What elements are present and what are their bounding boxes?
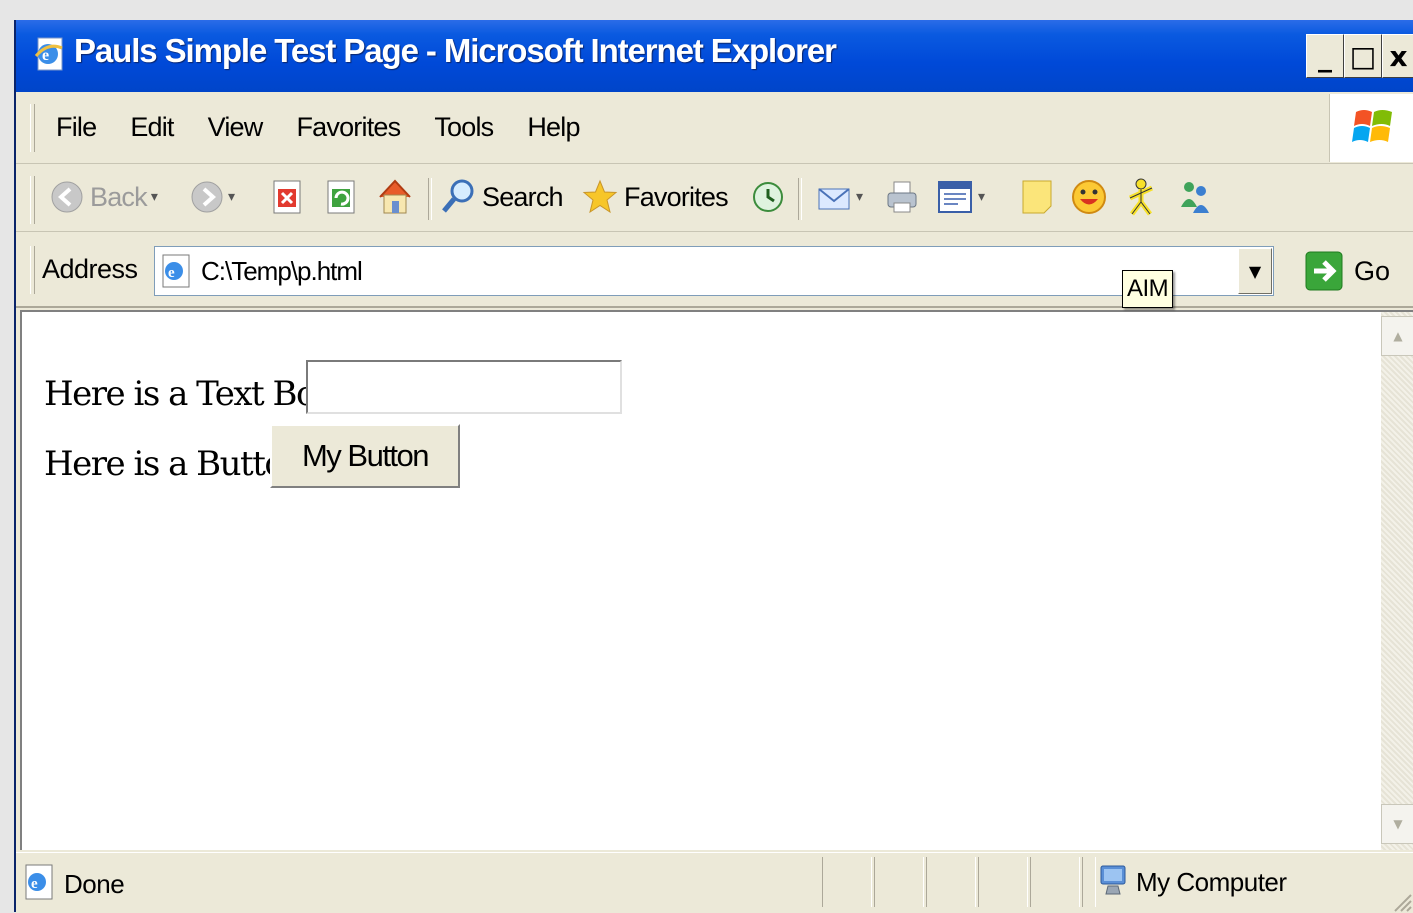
aim-button[interactable]: [1122, 174, 1160, 220]
mail-button[interactable]: ▾: [816, 174, 863, 220]
history-icon: [753, 182, 783, 212]
security-zone[interactable]: My Computer: [1098, 859, 1287, 905]
browser-window: e Pauls Simple Test Page - Microsoft Int…: [14, 20, 1413, 913]
addressbar-grip[interactable]: [30, 246, 35, 294]
print-icon: [887, 181, 917, 213]
msn-messenger-button[interactable]: [1176, 174, 1214, 220]
back-dropdown-icon[interactable]: ▾: [151, 189, 158, 205]
search-button[interactable]: Search: [440, 174, 564, 220]
windows-logo-icon: [1352, 110, 1392, 142]
favorites-label: Favorites: [624, 181, 729, 212]
notes-button[interactable]: [1020, 174, 1054, 220]
refresh-button[interactable]: [326, 174, 356, 220]
search-icon: [442, 179, 474, 213]
toolbar-separator: [798, 178, 802, 220]
address-label: Address: [42, 254, 138, 284]
title-bar[interactable]: e Pauls Simple Test Page - Microsoft Int…: [16, 20, 1413, 92]
text-box-label: Here is a Text Box: [44, 374, 334, 414]
edit-button[interactable]: ▾: [936, 174, 985, 220]
zone-label: My Computer: [1136, 866, 1287, 897]
history-button[interactable]: [750, 174, 786, 220]
mail-dropdown-icon[interactable]: ▾: [856, 189, 863, 205]
search-label: Search: [482, 181, 564, 212]
status-pane: [978, 857, 1028, 907]
scroll-up-button[interactable]: ▲: [1381, 316, 1413, 356]
resize-grip-icon[interactable]: [1389, 889, 1413, 913]
scroll-down-button[interactable]: ▼: [1381, 804, 1413, 844]
address-dropdown-button[interactable]: ▼: [1238, 248, 1272, 294]
back-label: Back: [90, 181, 148, 212]
edit-icon: [938, 181, 972, 213]
window-title: Pauls Simple Test Page - Microsoft Inter…: [74, 32, 837, 69]
home-button[interactable]: [376, 174, 414, 220]
forward-icon: [191, 181, 223, 213]
favorites-star-icon: [582, 179, 618, 214]
svg-text:e: e: [31, 876, 38, 892]
ie-page-icon: e: [25, 864, 53, 900]
favorites-button[interactable]: Favorites: [582, 174, 729, 220]
svg-text:e: e: [168, 265, 175, 281]
messenger-smiley-icon: [1072, 180, 1106, 214]
menu-favorites[interactable]: Favorites: [279, 112, 417, 143]
status-pane: [1030, 857, 1080, 907]
status-pane: [874, 857, 924, 907]
windows-logo-box: [1329, 94, 1413, 162]
address-combobox[interactable]: e ▼: [154, 246, 1274, 296]
status-bar: e Done My Computer: [16, 852, 1413, 913]
forward-dropdown-icon[interactable]: ▾: [228, 189, 235, 205]
aim-tooltip: AIM: [1122, 270, 1174, 308]
go-button[interactable]: Go: [1304, 246, 1390, 296]
menu-file[interactable]: File: [56, 112, 113, 143]
go-arrow-icon: [1305, 251, 1343, 291]
my-button[interactable]: My Button: [270, 424, 460, 488]
button-row-label: Here is a Button: [44, 444, 305, 484]
status-pane: [926, 857, 976, 907]
back-button[interactable]: Back ▾: [50, 174, 158, 220]
menu-items: File Edit View Favorites Tools Help: [56, 112, 597, 143]
aim-icon: [1128, 178, 1154, 216]
edit-dropdown-icon[interactable]: ▾: [978, 189, 985, 205]
back-icon: [51, 181, 83, 213]
menu-view[interactable]: View: [191, 112, 280, 143]
messenger-smiley-button[interactable]: [1070, 174, 1108, 220]
print-button[interactable]: [884, 174, 920, 220]
standard-toolbar: Back ▾ ▾ Search Favorites ▾ ▾: [16, 164, 1413, 232]
status-pane: [822, 857, 872, 907]
address-bar: Address e ▼ Go: [16, 232, 1413, 308]
menu-tools[interactable]: Tools: [417, 112, 510, 143]
vertical-scrollbar[interactable]: ▲ ▼: [1381, 312, 1413, 850]
stop-button[interactable]: [272, 174, 302, 220]
close-button[interactable]: x: [1382, 34, 1413, 78]
menu-help[interactable]: Help: [510, 112, 596, 143]
status-text: Done: [64, 869, 125, 899]
home-icon: [379, 179, 411, 214]
toolbar-grip[interactable]: [30, 176, 35, 224]
forward-button[interactable]: ▾: [190, 174, 235, 220]
menu-edit[interactable]: Edit: [113, 112, 190, 143]
my-computer-icon: [1100, 865, 1126, 895]
go-label: Go: [1354, 255, 1391, 286]
menu-bar: File Edit View Favorites Tools Help: [16, 94, 1413, 164]
toolbar-separator: [428, 178, 432, 220]
address-input[interactable]: [201, 255, 1221, 287]
mail-icon: [818, 188, 850, 210]
minimize-button[interactable]: _: [1306, 34, 1344, 78]
msn-messenger-icon: [1181, 182, 1209, 213]
stop-icon: [273, 180, 301, 214]
menubar-grip[interactable]: [30, 104, 35, 152]
status-pane: [1082, 857, 1096, 907]
text-box-input[interactable]: [306, 360, 622, 414]
ie-page-icon: e: [162, 254, 190, 288]
notes-icon: [1022, 180, 1052, 214]
page-content: Here is a Text Box Here is a Button My B…: [20, 310, 1413, 850]
ie-page-icon: e: [34, 37, 63, 71]
refresh-icon: [327, 180, 355, 214]
maximize-button[interactable]: □: [1344, 34, 1382, 78]
